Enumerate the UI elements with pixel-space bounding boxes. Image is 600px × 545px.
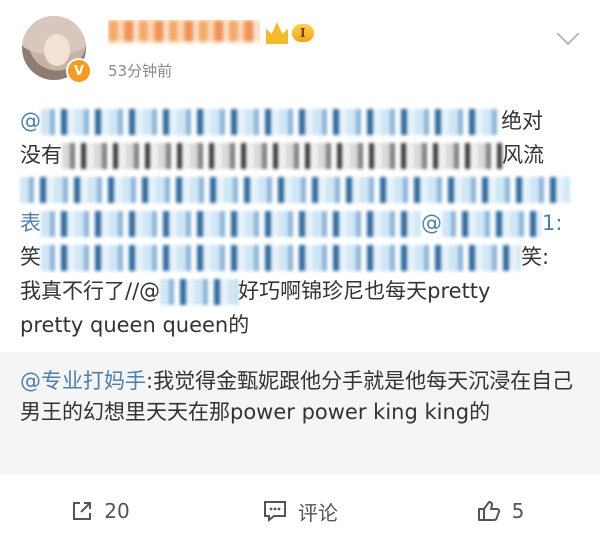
- obscured-text: [41, 211, 421, 237]
- vip-badge[interactable]: I: [266, 20, 330, 46]
- action-bar: 20 评论 5: [0, 480, 600, 542]
- post-header: V I 53分钟前: [0, 0, 600, 100]
- like-count: 5: [511, 499, 525, 523]
- post-line: 没有 风流: [20, 138, 580, 172]
- text-fragment: 1:: [542, 211, 563, 235]
- post-line: 我真不行了//@ 好巧啊锦珍尼也每天pretty: [20, 274, 580, 308]
- obscured-text: [62, 143, 502, 169]
- post-time: 53分钟前: [108, 62, 173, 80]
- text-fragment: 表: [20, 211, 41, 235]
- quoted-post[interactable]: @专业打妈手:我觉得金甄妮跟他分手就是他每天沉浸在自己男王的幻想里天天在那pow…: [0, 352, 600, 474]
- chevron-down-icon[interactable]: [556, 22, 580, 46]
- mention[interactable]: @: [20, 109, 41, 133]
- post-line: 表 @1:: [20, 206, 580, 240]
- quote-user-link[interactable]: @专业打妈手: [20, 369, 146, 393]
- comment-button[interactable]: 评论: [200, 497, 400, 526]
- comment-icon: [262, 499, 288, 523]
- text-fragment: 风流: [502, 143, 544, 167]
- username[interactable]: [108, 20, 260, 46]
- quote-text: @专业打妈手:我觉得金甄妮跟他分手就是他每天沉浸在自己男王的幻想里天天在那pow…: [20, 366, 580, 428]
- verified-icon: V: [66, 58, 92, 84]
- obscured-text: [160, 279, 239, 305]
- text-fragment: 笑:: [521, 245, 550, 269]
- text-fragment: pretty queen queen的: [20, 313, 250, 337]
- crown-icon: [266, 22, 288, 44]
- like-button[interactable]: 5: [400, 499, 600, 523]
- text-fragment: 我真不行了//@: [20, 279, 161, 303]
- post-line: [20, 172, 580, 206]
- text-fragment: 笑: [20, 245, 41, 269]
- repost-count: 20: [104, 499, 130, 523]
- obscured-text: [20, 177, 570, 203]
- like-icon: [476, 499, 502, 523]
- text-fragment: 好巧啊锦珍尼也每天pretty: [238, 279, 491, 303]
- vip-level: I: [292, 24, 314, 42]
- text-fragment: 没有: [20, 143, 62, 167]
- comment-label: 评论: [298, 500, 338, 525]
- obscured-text: [41, 109, 501, 135]
- mention[interactable]: @: [421, 211, 442, 235]
- post-line: 笑 笑:: [20, 240, 580, 274]
- obscured-text: [41, 245, 521, 271]
- post-body: @ 绝对 没有 风流 表 @1: 笑 笑: 我真不行了//@ 好巧啊锦珍尼也每天prett…: [20, 104, 580, 342]
- post-line: pretty queen queen的: [20, 308, 580, 342]
- post-line: @ 绝对: [20, 104, 580, 138]
- obscured-text: [442, 211, 542, 237]
- text-fragment: 绝对: [501, 109, 543, 133]
- username-obscured: [108, 20, 260, 42]
- repost-button[interactable]: 20: [0, 499, 200, 523]
- share-icon: [70, 499, 94, 523]
